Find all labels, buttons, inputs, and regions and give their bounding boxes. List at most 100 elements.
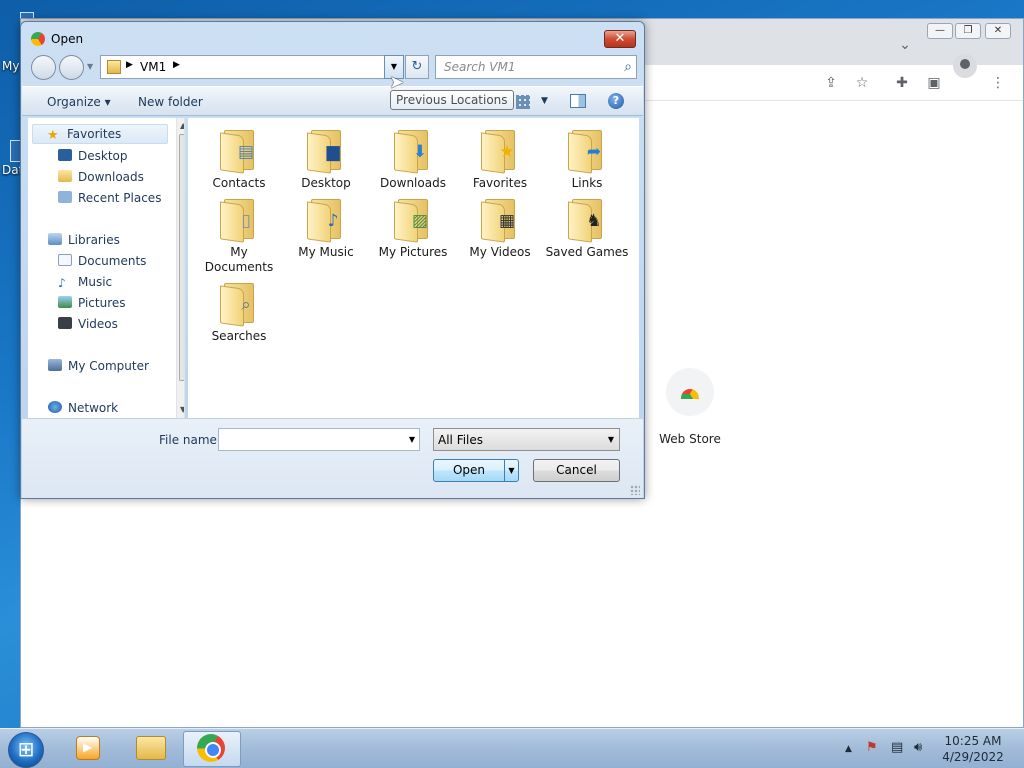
folder-icon bbox=[107, 60, 121, 74]
desktop-folder-icon: ▆ bbox=[307, 128, 345, 174]
cancel-button[interactable]: Cancel bbox=[533, 459, 620, 482]
search-icon[interactable]: ⌕ bbox=[624, 59, 632, 75]
folder-favorites[interactable]: ★ Favorites bbox=[457, 128, 543, 191]
nav-pictures-label: Pictures bbox=[78, 296, 126, 310]
new-folder-button[interactable]: New folder bbox=[138, 95, 203, 109]
nav-libraries[interactable]: Libraries bbox=[48, 233, 120, 247]
change-view-icon[interactable] bbox=[516, 95, 530, 109]
close-window-button[interactable]: ✕ bbox=[985, 23, 1011, 39]
nav-favorites[interactable]: ★ Favorites bbox=[32, 124, 168, 144]
nav-music[interactable]: ♪ Music bbox=[58, 275, 113, 290]
minimize-button[interactable]: — bbox=[927, 23, 953, 39]
folder-my-videos[interactable]: ▦ My Videos bbox=[457, 197, 543, 260]
nav-pictures[interactable]: Pictures bbox=[58, 296, 126, 310]
folder-my-pictures[interactable]: ▨ My Pictures bbox=[370, 197, 456, 260]
file-name-input[interactable]: ▼ bbox=[218, 428, 420, 451]
open-options-dropdown[interactable]: ▼ bbox=[504, 460, 518, 481]
dialog-title: Open bbox=[51, 32, 84, 46]
videos-folder-icon: ▦ bbox=[481, 197, 519, 243]
folder-links[interactable]: ➦ Links bbox=[544, 128, 630, 191]
nav-recent-places[interactable]: Recent Places bbox=[58, 191, 161, 205]
forward-button[interactable] bbox=[59, 55, 84, 80]
computer-icon bbox=[48, 359, 62, 371]
extensions-icon[interactable]: ✚ bbox=[892, 73, 912, 93]
folder-searches[interactable]: ⌕ Searches bbox=[196, 281, 282, 344]
explorer-folder-icon bbox=[136, 736, 166, 760]
nav-desktop[interactable]: Desktop bbox=[58, 149, 128, 163]
media-player-icon bbox=[76, 736, 100, 760]
network-tray-icon[interactable]: ▤ bbox=[891, 740, 903, 755]
back-button[interactable] bbox=[31, 55, 56, 80]
file-list: ▤ Contacts ▆ Desktop ⬇ Downloads ★ Favor… bbox=[188, 118, 639, 418]
breadcrumb-arrow[interactable]: ▶ bbox=[173, 60, 180, 70]
folder-label: Links bbox=[571, 176, 603, 190]
scroll-down-arrow[interactable]: ▼ bbox=[180, 405, 184, 414]
maximize-button[interactable]: ❐ bbox=[955, 23, 981, 39]
volume-icon[interactable]: 🔊︎ bbox=[914, 740, 922, 755]
folder-label: My Music bbox=[298, 245, 354, 259]
nav-my-computer-label: My Computer bbox=[68, 359, 149, 373]
folder-label: My Documents bbox=[204, 245, 274, 274]
folder-saved-games[interactable]: ♞ Saved Games bbox=[544, 197, 630, 260]
breadcrumb-arrow[interactable]: ▶ bbox=[126, 60, 133, 70]
libraries-icon bbox=[48, 233, 62, 245]
file-name-label: File name: bbox=[159, 433, 221, 447]
folder-contacts[interactable]: ▤ Contacts bbox=[196, 128, 282, 191]
start-button[interactable] bbox=[8, 732, 44, 768]
action-center-icon[interactable]: ⚑ bbox=[866, 740, 878, 755]
preview-pane-icon[interactable] bbox=[570, 94, 586, 108]
tab-search-icon[interactable]: ⌄ bbox=[895, 35, 915, 55]
nav-music-label: Music bbox=[78, 275, 113, 289]
refresh-button[interactable]: ↻ bbox=[405, 55, 429, 79]
folder-my-documents[interactable]: ▯ My Documents bbox=[196, 197, 282, 275]
file-type-select[interactable]: All Files ▼ bbox=[433, 428, 620, 451]
navigation-row: ▼ ▶ VM1 ▶ ▼ ↻ Search VM1 ⌕ bbox=[21, 52, 644, 82]
bookmark-star-icon[interactable]: ☆ bbox=[852, 73, 872, 93]
recent-pages-dropdown[interactable]: ▼ bbox=[87, 62, 93, 71]
breadcrumb-vm1[interactable]: VM1 bbox=[140, 60, 166, 74]
dialog-close-button[interactable]: ✕ bbox=[604, 30, 636, 48]
downloads-folder-icon: ⬇ bbox=[394, 128, 432, 174]
taskbar-clock[interactable]: 10:25 AM 4/29/2022 bbox=[940, 733, 1006, 765]
show-hidden-icons[interactable]: ▲ bbox=[845, 744, 852, 754]
web-store-label[interactable]: Web Store bbox=[650, 432, 730, 446]
search-input[interactable]: Search VM1 ⌕ bbox=[435, 55, 637, 79]
organize-button[interactable]: Organize ▾ bbox=[47, 95, 111, 109]
dialog-footer: File name: ▼ All Files ▼ Open ▼ Cancel bbox=[22, 418, 643, 498]
nav-my-computer[interactable]: My Computer bbox=[48, 359, 149, 373]
nav-network[interactable]: Network bbox=[48, 401, 118, 415]
clock-time: 10:25 AM bbox=[944, 734, 1002, 748]
side-panel-icon[interactable]: ▣ bbox=[924, 73, 944, 93]
folder-label: Favorites bbox=[472, 176, 528, 190]
folder-label: Downloads bbox=[380, 176, 446, 190]
desktop-label-my[interactable]: My bbox=[2, 59, 19, 73]
nav-videos-label: Videos bbox=[78, 317, 118, 331]
downloads-icon bbox=[58, 170, 72, 182]
links-folder-icon: ➦ bbox=[568, 128, 606, 174]
favorites-folder-icon: ★ bbox=[481, 128, 519, 174]
nav-videos[interactable]: Videos bbox=[58, 317, 118, 331]
music-folder-icon: ♪ bbox=[307, 197, 345, 243]
address-bar[interactable]: ▶ VM1 ▶ bbox=[100, 55, 404, 79]
menu-icon[interactable]: ⋮ bbox=[988, 73, 1008, 93]
profile-avatar[interactable] bbox=[953, 54, 977, 78]
scroll-thumb[interactable] bbox=[179, 134, 184, 381]
scroll-up-arrow[interactable]: ▲ bbox=[180, 121, 184, 130]
folder-label: Contacts bbox=[212, 176, 266, 190]
nav-desktop-label: Desktop bbox=[78, 149, 128, 163]
file-name-dropdown[interactable]: ▼ bbox=[409, 435, 415, 444]
view-options-dropdown[interactable]: ▼ bbox=[541, 96, 548, 106]
help-icon[interactable]: ? bbox=[608, 93, 624, 109]
dialog-titlebar[interactable]: Open ✕ bbox=[21, 22, 644, 52]
nav-downloads[interactable]: Downloads bbox=[58, 170, 144, 184]
folder-my-music[interactable]: ♪ My Music bbox=[283, 197, 369, 260]
chevron-down-icon: ▼ bbox=[607, 435, 614, 444]
share-icon[interactable]: ⇪ bbox=[821, 73, 841, 93]
navigation-scrollbar[interactable]: ▲ ▼ bbox=[176, 118, 184, 418]
open-button[interactable]: Open ▼ bbox=[433, 459, 519, 482]
resize-grip[interactable] bbox=[630, 485, 640, 495]
folder-desktop[interactable]: ▆ Desktop bbox=[283, 128, 369, 191]
command-bar: Organize ▾ New folder ▼ ? bbox=[22, 86, 643, 116]
folder-downloads[interactable]: ⬇ Downloads bbox=[370, 128, 456, 191]
nav-documents[interactable]: Documents bbox=[58, 254, 146, 268]
